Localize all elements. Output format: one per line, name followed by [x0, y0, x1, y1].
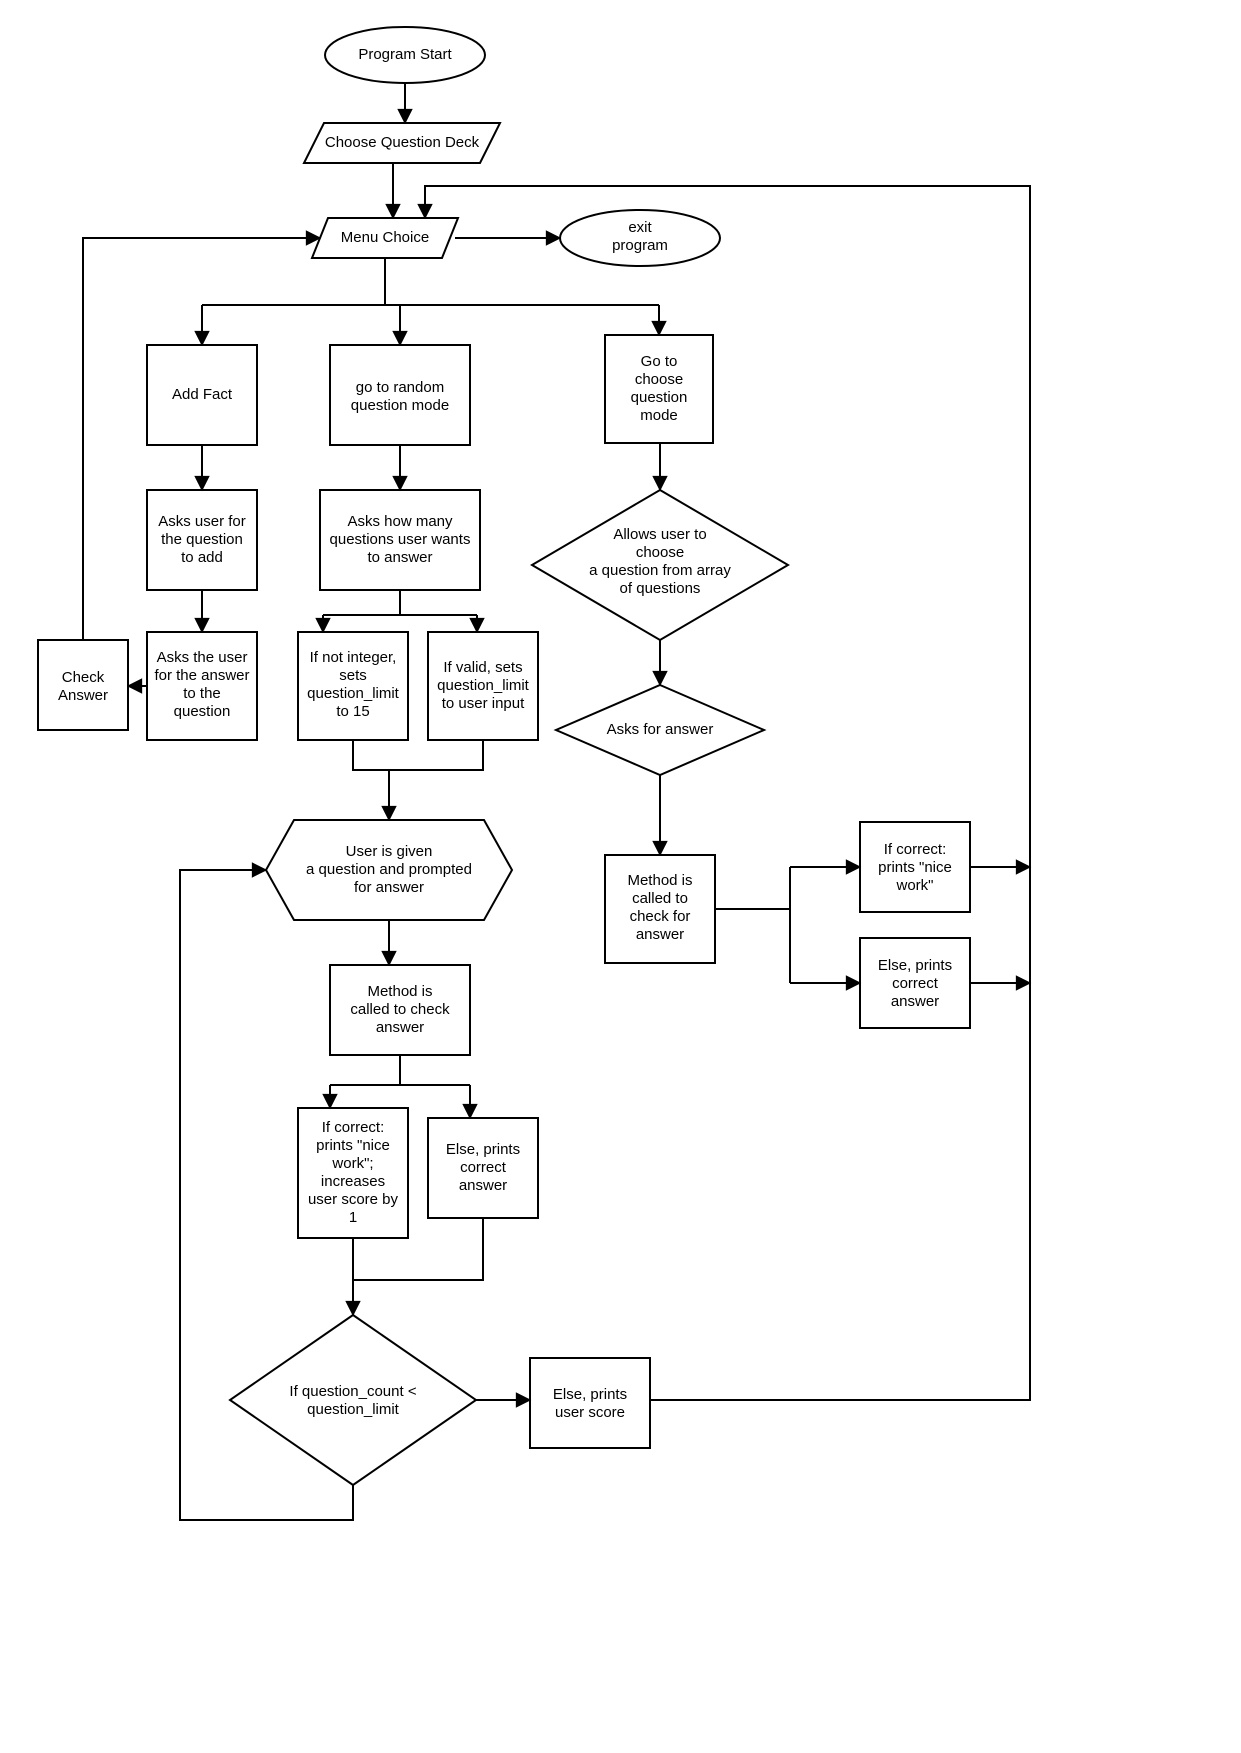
label-exit-1: exit [628, 219, 652, 236]
label-es-2: user score [555, 1404, 625, 1421]
label-random-1: go to random [356, 379, 444, 396]
label-allow-2: choose [636, 544, 684, 561]
label-cc-2: prints "nice [878, 859, 952, 876]
label-howmany-2: questions user wants [330, 531, 471, 548]
node-method-choose: Method is called to check for answer [605, 855, 715, 963]
node-else-choose: Else, prints correct answer [860, 938, 970, 1028]
label-notint-4: to 15 [336, 703, 369, 720]
label-mc-1: Method is [627, 872, 692, 889]
node-check-answer: Check Answer [38, 640, 128, 730]
edge-notint-merge [353, 740, 389, 770]
node-choose-deck: Choose Question Deck [304, 123, 500, 163]
label-choose-1: Go to [641, 353, 678, 370]
label-cr-4: increases [321, 1173, 385, 1190]
label-aska-1: Asks the user [157, 649, 248, 666]
label-es-1: Else, prints [553, 1386, 627, 1403]
node-valid-input: If valid, sets question_limit to user in… [428, 632, 538, 740]
label-aska-2: for the answer [154, 667, 249, 684]
label-valid-3: to user input [442, 695, 525, 712]
label-askq-3: to add [181, 549, 223, 566]
label-er-2: correct [460, 1159, 507, 1176]
node-user-prompt: User is given a question and prompted fo… [266, 820, 512, 920]
label-up-3: for answer [354, 879, 424, 896]
label-allow-4: of questions [620, 580, 701, 597]
node-not-integer: If not integer, sets question_limit to 1… [298, 632, 408, 740]
label-notint-2: sets [339, 667, 367, 684]
label-cr-1: If correct: [322, 1119, 385, 1136]
label-aska-4: question [174, 703, 231, 720]
label-up-1: User is given [346, 843, 433, 860]
label-cr-2: prints "nice [316, 1137, 390, 1154]
label-notint-1: If not integer, [310, 649, 397, 666]
node-random-mode: go to random question mode [330, 345, 470, 445]
label-exit-2: program [612, 237, 668, 254]
label-ec-3: answer [891, 993, 939, 1010]
node-ask-answer: Asks the user for the answer to the ques… [147, 632, 257, 740]
node-else-random: Else, prints correct answer [428, 1118, 538, 1218]
label-mc-3: check for [630, 908, 691, 925]
label-cr-6: 1 [349, 1209, 357, 1226]
label-cr-5: user score by [308, 1191, 399, 1208]
label-check-2: Answer [58, 687, 108, 704]
label-valid-1: If valid, sets [443, 659, 522, 676]
node-program-start: Program Start [325, 27, 485, 83]
node-ask-how-many: Asks how many questions user wants to an… [320, 490, 480, 590]
label-program-start: Program Start [358, 46, 452, 63]
node-choose-mode: Go to choose question mode [605, 335, 713, 443]
label-er-3: answer [459, 1177, 507, 1194]
node-correct-random: If correct: prints "nice work"; increase… [298, 1108, 408, 1238]
label-askq-1: Asks user for [158, 513, 246, 530]
label-choose-4: mode [640, 407, 678, 424]
node-correct-choose: If correct: prints "nice work" [860, 822, 970, 912]
label-cc-1: If correct: [884, 841, 947, 858]
node-else-score: Else, prints user score [530, 1358, 650, 1448]
node-add-fact: Add Fact [147, 345, 257, 445]
node-allow-choose: Allows user to choose a question from ar… [532, 490, 788, 640]
label-cr-3: work"; [331, 1155, 373, 1172]
label-mr-1: Method is [367, 983, 432, 1000]
node-asks-for-answer: Asks for answer [556, 685, 764, 775]
edge-valid-merge [389, 740, 483, 770]
label-mc-2: called to [632, 890, 688, 907]
node-menu-choice: Menu Choice [312, 218, 458, 258]
node-method-random: Method is called to check answer [330, 965, 470, 1055]
label-choose-deck: Choose Question Deck [325, 134, 480, 151]
label-er-1: Else, prints [446, 1141, 520, 1158]
node-if-count: If question_count < question_limit [230, 1315, 476, 1485]
label-mc-4: answer [636, 926, 684, 943]
label-askq-2: the question [161, 531, 243, 548]
label-ifc-2: question_limit [307, 1401, 400, 1418]
label-mr-2: called to check [350, 1001, 450, 1018]
label-ec-2: correct [892, 975, 939, 992]
label-asksfor: Asks for answer [607, 721, 714, 738]
node-exit-program: exit program [560, 210, 720, 266]
label-aska-3: to the [183, 685, 221, 702]
label-valid-2: question_limit [437, 677, 530, 694]
label-ifc-1: If question_count < [289, 1383, 416, 1400]
label-cc-3: work" [896, 877, 934, 894]
label-choose-2: choose [635, 371, 683, 388]
label-allow-1: Allows user to [613, 526, 706, 543]
label-allow-3: a question from array [589, 562, 731, 579]
label-add-fact: Add Fact [172, 386, 233, 403]
label-howmany-3: to answer [367, 549, 432, 566]
label-ec-1: Else, prints [878, 957, 952, 974]
node-ask-question: Asks user for the question to add [147, 490, 257, 590]
label-notint-3: question_limit [307, 685, 400, 702]
label-howmany-1: Asks how many [347, 513, 453, 530]
label-choose-3: question [631, 389, 688, 406]
label-mr-3: answer [376, 1019, 424, 1036]
label-up-2: a question and prompted [306, 861, 472, 878]
label-check-1: Check [62, 669, 105, 686]
label-random-2: question mode [351, 397, 449, 414]
label-menu-choice: Menu Choice [341, 229, 429, 246]
